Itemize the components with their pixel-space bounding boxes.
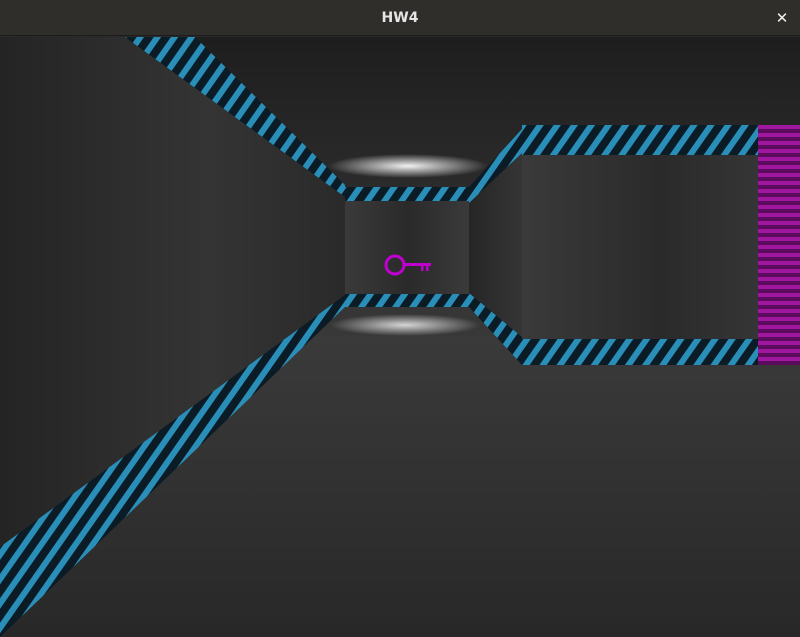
game-viewport[interactable] <box>0 37 800 637</box>
far-wall-top-stripe <box>345 187 469 201</box>
far-wall-bottom-stripe <box>345 294 469 307</box>
window-title: HW4 <box>381 10 419 26</box>
floor-light-reflection <box>330 314 480 336</box>
scene-canvas <box>0 37 800 637</box>
far-wall <box>345 187 469 307</box>
close-button[interactable]: ✕ <box>770 6 794 30</box>
ceiling-light <box>328 154 488 178</box>
title-bar[interactable]: HW4 ✕ <box>0 0 800 36</box>
app-window: HW4 ✕ <box>0 0 800 637</box>
close-icon: ✕ <box>775 9 789 27</box>
door <box>758 125 800 365</box>
